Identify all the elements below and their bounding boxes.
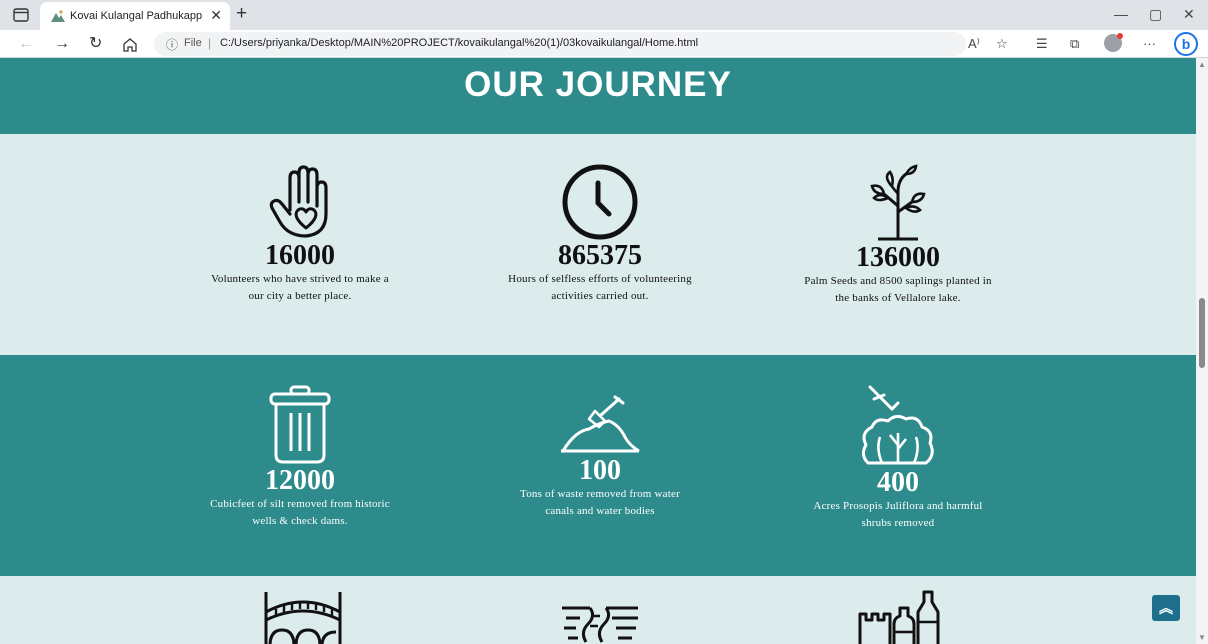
stat-number: 12000: [265, 465, 335, 496]
stat-description-line: Volunteers who have strived to make a: [211, 273, 389, 285]
stat-hours: 865375 Hours of selfless efforts of volu…: [480, 164, 720, 305]
browser-tab[interactable]: Kovai Kulangal Padhukappu Amaipp ✕: [40, 2, 230, 30]
collections-icon[interactable]: ⧉: [1070, 35, 1079, 53]
stats-row-1: 16000 Volunteers who have strived to mak…: [0, 134, 1196, 355]
stat-description: Acres Prosopis Juliflora and harmful shr…: [778, 498, 1018, 532]
forward-icon[interactable]: →: [54, 34, 70, 54]
sapling-icon: [870, 164, 926, 241]
stat-volunteers: 16000 Volunteers who have strived to mak…: [180, 164, 420, 305]
stat-description-line: shrubs removed: [861, 517, 935, 529]
stat-description: Cubicfeet of silt removed from historic …: [180, 496, 420, 530]
more-options-icon[interactable]: ···: [1143, 35, 1156, 53]
stat-number: 136000: [856, 242, 940, 273]
tab-title: Kovai Kulangal Padhukappu Amaipp: [70, 10, 202, 22]
stat-description-line: Palm Seeds and 8500 saplings planted in: [804, 275, 992, 287]
stat-number: 400: [877, 467, 919, 498]
home-icon[interactable]: [122, 37, 138, 52]
url-text[interactable]: C:/Users/priyanka/Desktop/MAIN%20PROJECT…: [220, 37, 698, 49]
soil-shovel-icon: [561, 395, 640, 453]
stat-description: Hours of selfless efforts of volunteerin…: [480, 271, 720, 305]
site-info-icon[interactable]: ⓘ: [166, 36, 178, 53]
notification-dot: [1117, 33, 1123, 39]
restore-icon[interactable]: ▢: [1149, 4, 1162, 24]
stats-row-2: 12000 Cubicfeet of silt removed from his…: [0, 355, 1196, 576]
stats-row-3: [0, 576, 1196, 644]
stat-description: Tons of waste removed from water canals …: [480, 486, 720, 520]
refresh-icon[interactable]: ↻: [89, 34, 102, 54]
helping-hand-heart-icon: [269, 165, 328, 238]
scrollbar-thumb[interactable]: [1199, 298, 1205, 368]
favorites-list-icon[interactable]: ☰: [1036, 35, 1048, 53]
tab-bar: Kovai Kulangal Padhukappu Amaipp ✕ + — ▢…: [0, 0, 1208, 30]
stat-silt: 12000 Cubicfeet of silt removed from his…: [180, 385, 420, 530]
page-viewport: OUR JOURNEY 16000 Volunteers who have st…: [0, 58, 1196, 644]
stat-description-line: Acres Prosopis Juliflora and harmful: [813, 500, 983, 512]
stat-waste: 100 Tons of waste removed from water can…: [480, 395, 720, 520]
navigation-bar: ← → ↻ ⓘ File | C:/Users/priyanka/Desktop…: [0, 30, 1208, 58]
stat-description-line: activities carried out.: [551, 290, 649, 302]
waste-bottles-icon: [858, 590, 940, 644]
address-bar[interactable]: ⓘ File | C:/Users/priyanka/Desktop/MAIN%…: [154, 32, 966, 56]
page-title: OUR JOURNEY: [464, 65, 732, 104]
stat-description: Volunteers who have strived to make a ou…: [180, 271, 420, 305]
journey-header-band: OUR JOURNEY: [0, 58, 1196, 134]
scroll-down-icon[interactable]: ▼: [1198, 633, 1206, 642]
favorite-star-icon[interactable]: ☆: [996, 35, 1008, 53]
minimize-icon[interactable]: —: [1114, 4, 1128, 24]
back-icon[interactable]: ←: [18, 34, 34, 54]
tab-actions-icon[interactable]: [12, 7, 30, 23]
double-chevron-up-icon: ︽: [1159, 600, 1173, 616]
stat-description-line: canals and water bodies: [545, 505, 655, 517]
stat-description-line: Cubicfeet of silt removed from historic: [210, 498, 390, 510]
stat-number: 16000: [265, 240, 335, 271]
stat-number: 100: [579, 455, 621, 486]
stat-description-line: our city a better place.: [248, 290, 352, 302]
shrub-cutting-icon: [861, 385, 934, 465]
stat-shrubs: 400 Acres Prosopis Juliflora and harmful…: [778, 385, 1018, 532]
close-tab-icon[interactable]: ✕: [210, 7, 222, 23]
stat-description-line: Hours of selfless efforts of volunteerin…: [508, 273, 692, 285]
copilot-icon[interactable]: b: [1174, 32, 1198, 56]
site-favicon-icon: [51, 10, 65, 22]
vertical-scrollbar[interactable]: ▲ ▼: [1196, 58, 1208, 644]
stat-description: Palm Seeds and 8500 saplings planted in …: [778, 273, 1018, 307]
new-tab-icon[interactable]: +: [236, 3, 247, 25]
stat-number: 865375: [558, 240, 642, 271]
stat-description-line: Tons of waste removed from water: [520, 488, 680, 500]
url-scheme-label: File: [184, 37, 202, 49]
stat-description-line: wells & check dams.: [252, 515, 348, 527]
read-aloud-icon[interactable]: A⁾: [968, 35, 980, 53]
profile-avatar[interactable]: [1104, 33, 1123, 52]
stone-bridge-icon: [264, 592, 342, 644]
water-flow-icon: [562, 606, 638, 643]
scroll-up-icon[interactable]: ▲: [1198, 60, 1206, 69]
url-separator: |: [208, 36, 212, 50]
stat-palm-seeds: 136000 Palm Seeds and 8500 saplings plan…: [778, 164, 1018, 307]
clock-icon: [562, 164, 638, 240]
stat-description-line: the banks of Vellalore lake.: [835, 292, 961, 304]
close-window-icon[interactable]: ✕: [1183, 4, 1195, 24]
back-to-top-button[interactable]: ︽: [1152, 595, 1180, 621]
trash-bin-icon: [269, 385, 331, 464]
